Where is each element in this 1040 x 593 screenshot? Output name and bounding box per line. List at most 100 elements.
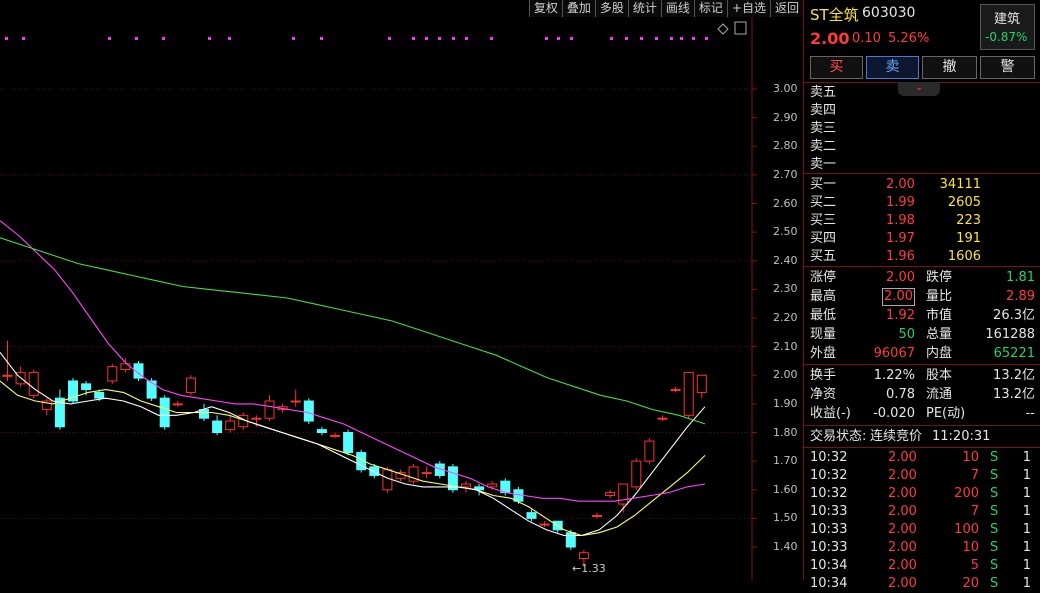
tick-count: 1	[1022, 486, 1031, 501]
stock-code: 603030	[862, 5, 916, 21]
ask-label: 卖三	[810, 121, 837, 136]
event-marker	[680, 37, 683, 40]
candle-body	[185, 377, 196, 393]
tick-volume: 20	[962, 576, 979, 591]
bid-volume: 34111	[939, 177, 981, 192]
tick-price: 2.00	[888, 576, 917, 591]
stat-value: 2.89	[1006, 289, 1035, 304]
buy-button[interactable]: 买	[810, 56, 863, 79]
candle-body	[696, 374, 707, 393]
bid-row: 买五 1.96 1606	[804, 248, 1040, 266]
event-marker	[135, 37, 138, 40]
candle-body	[225, 420, 236, 431]
toolbar-button-0[interactable]: 复权	[528, 0, 562, 17]
toolbar-button-1[interactable]: 叠加	[561, 0, 595, 17]
tick-side: S	[990, 576, 999, 591]
tick-price: 2.00	[888, 468, 917, 483]
trading-status-label: 交易状态:	[810, 429, 867, 444]
price-axis-label: 1.90	[773, 396, 798, 410]
candle-body	[487, 483, 498, 488]
event-marker	[108, 37, 111, 40]
event-marker	[320, 37, 323, 40]
candle-body	[330, 434, 340, 437]
toolbar-button-6[interactable]: +自选	[726, 0, 770, 17]
candle-body	[631, 460, 642, 488]
tick-time: 10:34	[810, 558, 848, 573]
stat-value: 1.22%	[873, 368, 915, 383]
tick-side: S	[990, 558, 999, 573]
candle-body	[539, 523, 550, 526]
tick-side: S	[990, 468, 999, 483]
ask-row: 卖四	[804, 102, 1040, 120]
tick-row: 10:32 2.00 7 S 1	[804, 467, 1040, 485]
kline-chart-area[interactable]: 3.00 2.90 2.80 2.70 2.60 2.50 2.40 2.30 2.20 2.10…	[0, 0, 803, 580]
tick-row: 10:33 2.00 10 S 1	[804, 539, 1040, 557]
sector-pct: -0.87%	[985, 30, 1028, 44]
cancel-order-button[interactable]: 撤	[922, 56, 977, 79]
toolbar-button-7[interactable]: 返回	[769, 0, 803, 17]
candle-body	[565, 532, 576, 548]
price-axis-label: 1.40	[773, 540, 798, 553]
sector-box[interactable]: 建筑 -0.87%	[980, 4, 1035, 50]
price-axis-label: 1.50	[773, 511, 798, 525]
tick-row: 10:32 2.00 10 S 1	[804, 449, 1040, 467]
candle-body	[120, 363, 131, 371]
toolbar-button-5[interactable]: 标记	[693, 0, 727, 17]
toolbar-button-4[interactable]: 画线	[660, 0, 694, 17]
stat-value: 1.92	[886, 308, 915, 323]
stat-label: 市值	[926, 308, 953, 323]
tick-volume: 100	[954, 522, 979, 537]
price-axis-label: 1.70	[773, 454, 798, 468]
event-marker	[208, 37, 211, 40]
sell-button[interactable]: 卖	[866, 56, 919, 79]
tick-time: 10:33	[810, 540, 848, 555]
tick-volume: 5	[970, 558, 979, 573]
event-marker	[692, 37, 695, 40]
candle-body	[159, 397, 170, 428]
stat-label: PE(动)	[926, 406, 966, 421]
bid-price: 1.96	[886, 249, 915, 264]
price-change: 0.10	[852, 31, 881, 46]
moving-average-line	[0, 237, 706, 425]
event-marker	[5, 37, 8, 40]
ask-label: 卖二	[810, 139, 837, 154]
tick-row: 10:32 2.00 200 S 1	[804, 485, 1040, 503]
tick-price: 2.00	[888, 540, 917, 555]
stock-name: ST全筑	[810, 6, 859, 24]
tick-count: 1	[1022, 540, 1031, 555]
min-price-label: ←1.33	[572, 562, 606, 575]
toolbar-button-2[interactable]: 多股	[594, 0, 628, 17]
kline-chart[interactable]	[0, 0, 803, 580]
stat-value: 2.00	[886, 270, 915, 285]
tick-count: 1	[1022, 450, 1031, 465]
stats-row: 涨停 2.00 跌停 1.81	[804, 269, 1040, 287]
bid-volume: 1606	[947, 249, 981, 264]
trading-status-value: 连续竞价	[870, 429, 923, 444]
candle-body	[421, 472, 432, 475]
price-axis-label: 2.10	[773, 339, 798, 353]
event-marker	[610, 37, 613, 40]
toolbar-button-3[interactable]: 统计	[627, 0, 661, 17]
window-toggle-icon	[734, 21, 747, 35]
ask-label: 卖四	[810, 103, 837, 118]
candle-body	[81, 383, 92, 391]
tick-count: 1	[1022, 576, 1031, 591]
candle-body	[657, 417, 668, 420]
price-axis-label: 2.20	[773, 311, 798, 324]
tick-price: 2.00	[888, 558, 917, 573]
stat-value: --	[1025, 406, 1035, 421]
stat-value: 1.81	[1006, 270, 1035, 285]
stat-label: 内盘	[926, 346, 953, 361]
moving-average-line	[0, 380, 706, 537]
event-marker	[705, 37, 708, 40]
candle-body	[146, 380, 157, 399]
event-marker	[412, 37, 415, 40]
tick-volume: 10	[962, 450, 979, 465]
candle-body	[605, 492, 616, 496]
bid-price: 1.98	[886, 213, 915, 228]
alert-button[interactable]: 警	[980, 56, 1035, 79]
stat-label: 换手	[810, 368, 837, 383]
candle-body	[2, 374, 13, 377]
stat-label: 流通	[926, 387, 953, 402]
price-axis-label: 2.00	[773, 368, 798, 382]
